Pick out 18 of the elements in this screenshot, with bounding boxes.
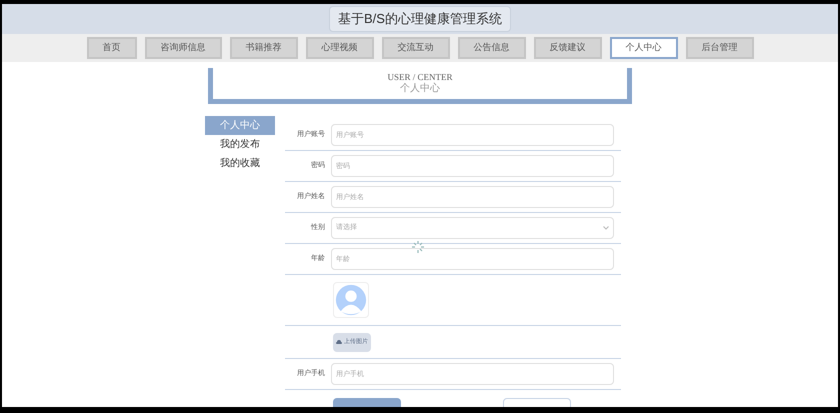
nav-tab[interactable]: 交流互动 (382, 37, 450, 59)
nav-tab[interactable]: 咨询师信息 (144, 37, 222, 59)
nav-tab[interactable]: 后台管理 (686, 37, 754, 59)
sidebar-item[interactable]: 我的收藏 (205, 154, 275, 173)
nav-tab[interactable]: 个人中心 (610, 37, 678, 59)
avatar-icon (333, 282, 369, 318)
banner-subtitle: USER / CENTER (387, 72, 452, 82)
sidebar-item[interactable]: 我的发布 (205, 135, 275, 154)
cloud-icon (336, 340, 342, 344)
nav-tab[interactable]: 书籍推荐 (230, 37, 298, 59)
banner-title: 个人中心 (400, 83, 440, 95)
loading-spinner-icon (411, 240, 425, 254)
site-title: 基于B/S的心理健康管理系统 (329, 6, 511, 32)
nav-tab[interactable]: 反馈建议 (534, 37, 602, 59)
nav-tab[interactable]: 公告信息 (458, 37, 526, 59)
nav-tab[interactable]: 首页 (86, 37, 136, 59)
nav-tab[interactable]: 心理视频 (306, 37, 374, 59)
chevron-down-icon (603, 226, 609, 230)
